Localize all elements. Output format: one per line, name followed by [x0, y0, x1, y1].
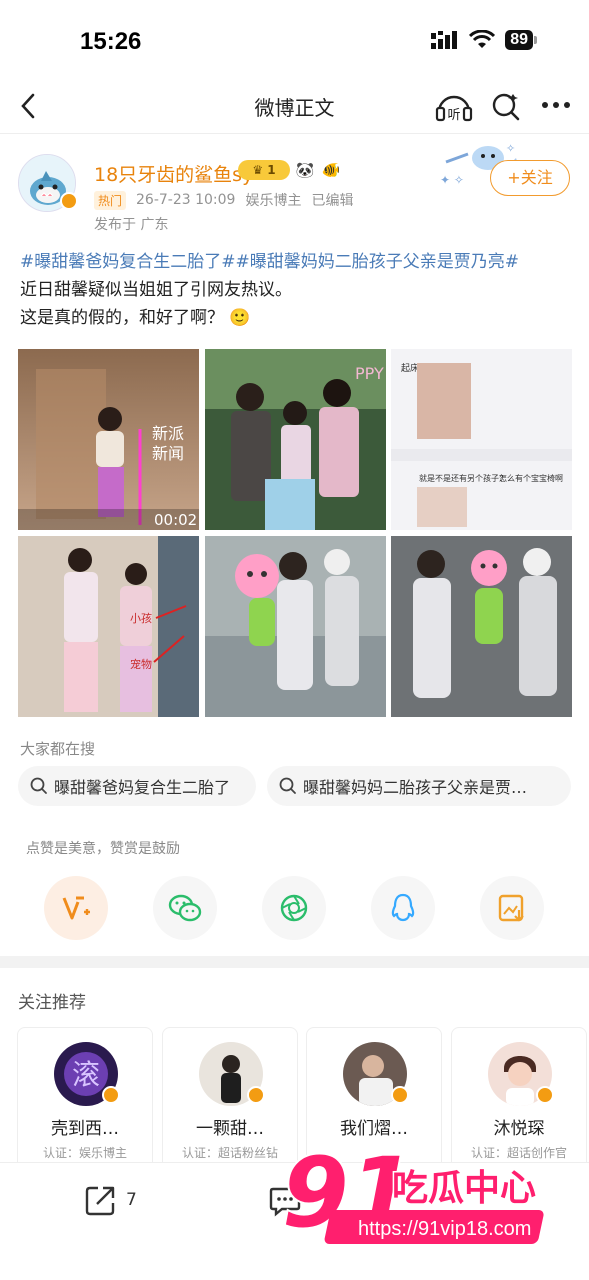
post-header: ✦ ✧ ✧ 18只牙齿的鲨鱼sy ♛ 1 🐼 🐠 热门 26-7-23 10:0…	[0, 140, 589, 240]
post-line-1: 近日甜馨疑似当姐姐了引网友热议。	[20, 280, 292, 300]
recommend-card[interactable]: 滚 壳到西… 认证：娱乐博主	[17, 1027, 153, 1177]
headphones-icon: 听	[435, 95, 473, 123]
verified-badge-icon	[536, 1086, 554, 1104]
search-chip-text: 曝甜馨爸妈复合生二胎了	[54, 778, 231, 797]
reward-title: 点赞是美意，赞赏是鼓励	[26, 841, 180, 857]
image-grid: 新派 新闻 00:02 PPY 起床的地方。 就是不是还有另个孩子？ 怎么有个宝…	[18, 349, 572, 717]
brand-url: https://91vip18.com	[358, 1218, 531, 1240]
recommend-cert: 认证：超话粉丝钻	[181, 1146, 278, 1160]
svg-text:新闻: 新闻	[152, 444, 184, 463]
battery-indicator: 89	[505, 30, 537, 50]
recommend-name: 沐悦琛	[493, 1119, 545, 1139]
more-dots-icon	[542, 102, 570, 108]
cellular-signal-icon	[431, 31, 458, 49]
verified-badge-icon	[391, 1086, 409, 1104]
follow-button[interactable]: +关注	[490, 160, 570, 196]
status-bar: 15:26 89	[0, 0, 589, 80]
author-badges: ♛ 1 🐼 🐠	[238, 160, 342, 180]
battery-level: 89	[505, 30, 533, 50]
post-line-2: 这是真的假的，和好了啊？ 🙂	[20, 308, 251, 328]
author-name[interactable]: 18只牙齿的鲨鱼sy	[94, 160, 253, 187]
repost-icon	[85, 1186, 115, 1216]
brand-watermark-logo: 91 吃瓜中心 https://91vip18.com	[280, 1135, 582, 1258]
search-chip-2[interactable]: 曝甜馨妈妈二胎孩子父亲是贾…	[267, 766, 571, 806]
video-duration: 00:02	[154, 511, 197, 529]
panda-icon: 🐼	[295, 161, 315, 179]
status-time: 15:26	[80, 28, 142, 55]
smile-emoji: 🙂	[229, 308, 251, 328]
search-chip-text: 曝甜馨妈妈二胎孩子父亲是贾…	[303, 778, 528, 797]
search-icon	[492, 93, 520, 121]
search-chip-1[interactable]: 曝甜馨爸妈复合生二胎了	[18, 766, 256, 806]
listen-button[interactable]: 听	[434, 88, 474, 124]
listen-label: 听	[447, 108, 460, 123]
nav-bar: 微博正文 听	[0, 80, 589, 134]
wechat-icon	[168, 894, 202, 922]
svg-text:PPY: PPY	[355, 364, 384, 383]
svg-text:就是不是还有另个孩子？: 就是不是还有另个孩子？	[419, 473, 507, 483]
verified-badge-icon	[102, 1086, 120, 1104]
wifi-icon	[469, 30, 496, 48]
more-button[interactable]	[538, 90, 574, 120]
reward-button[interactable]	[44, 876, 108, 940]
repost-button[interactable]: 7	[84, 1183, 137, 1217]
post-hashtags[interactable]: #曝甜馨爸妈复合生二胎了##曝甜馨妈妈二胎孩子父亲是贾乃亮#	[20, 248, 575, 276]
share-wechat-button[interactable]	[153, 876, 217, 940]
search-icon	[30, 777, 47, 794]
search-icon	[279, 777, 296, 794]
repost-count: 7	[126, 1190, 137, 1210]
post-time: 26-7-23 10:09	[136, 192, 236, 208]
share-row	[0, 876, 589, 940]
post-location: 发布于 广东	[94, 217, 169, 233]
svg-text:滚: 滚	[72, 1058, 100, 1091]
post-image-2[interactable]: PPY	[205, 349, 386, 530]
author-role: 娱乐博主	[245, 193, 302, 209]
post-text: #曝甜馨爸妈复合生二胎了##曝甜馨妈妈二胎孩子父亲是贾乃亮# 近日甜馨疑似当姐姐…	[20, 248, 575, 332]
brand-text: 吃瓜中心	[392, 1168, 536, 1209]
recommend-cert: 认证：娱乐博主	[42, 1146, 127, 1160]
save-image-button[interactable]	[480, 876, 544, 940]
search-button[interactable]	[488, 88, 524, 124]
svg-text:✦ ✧: ✦ ✧	[440, 173, 464, 187]
status-icons: 89	[431, 30, 537, 50]
edited-label[interactable]: 已编辑	[311, 190, 353, 210]
post-video-thumbnail[interactable]: 新派 新闻 00:02	[18, 349, 199, 530]
post-image-6[interactable]	[391, 536, 572, 717]
share-moments-button[interactable]	[262, 876, 326, 940]
post-image-4[interactable]: 小孩 宠物	[18, 536, 199, 717]
svg-text:✧: ✧	[506, 142, 515, 155]
svg-text:宠物: 宠物	[130, 657, 152, 671]
recommend-name: 壳到西…	[51, 1119, 119, 1139]
vip-crown-badge: ♛ 1	[238, 160, 290, 180]
recommend-card[interactable]: 一颗甜… 认证：超话粉丝钻	[162, 1027, 298, 1177]
post-meta: 热门 26-7-23 10:09 娱乐博主 已编辑	[94, 190, 353, 210]
fish-icon: 🐠	[321, 161, 341, 179]
video-overlay-title: 新派	[152, 424, 184, 443]
recommend-name: 我们熠…	[340, 1119, 408, 1139]
post-image-5[interactable]	[205, 536, 386, 717]
hot-tag: 热门	[94, 190, 127, 210]
svg-text:怎么有个宝宝椅啊: 怎么有个宝宝椅啊	[499, 473, 563, 483]
svg-text:小孩: 小孩	[130, 612, 152, 625]
save-image-icon	[498, 894, 524, 922]
recommend-title: 关注推荐	[18, 993, 86, 1013]
section-divider	[0, 956, 589, 968]
recommend-name: 一颗甜…	[196, 1119, 264, 1139]
verified-badge-icon	[247, 1086, 265, 1104]
trending-search-title: 大家都在搜	[20, 740, 96, 758]
moments-aperture-icon	[280, 894, 308, 922]
post-image-3[interactable]: 起床的地方。 就是不是还有另个孩子？ 怎么有个宝宝椅啊	[391, 349, 572, 530]
reward-v-plus-icon	[62, 896, 90, 920]
qq-penguin-icon	[391, 893, 415, 922]
verified-badge-icon	[60, 192, 78, 210]
share-qq-button[interactable]	[371, 876, 435, 940]
